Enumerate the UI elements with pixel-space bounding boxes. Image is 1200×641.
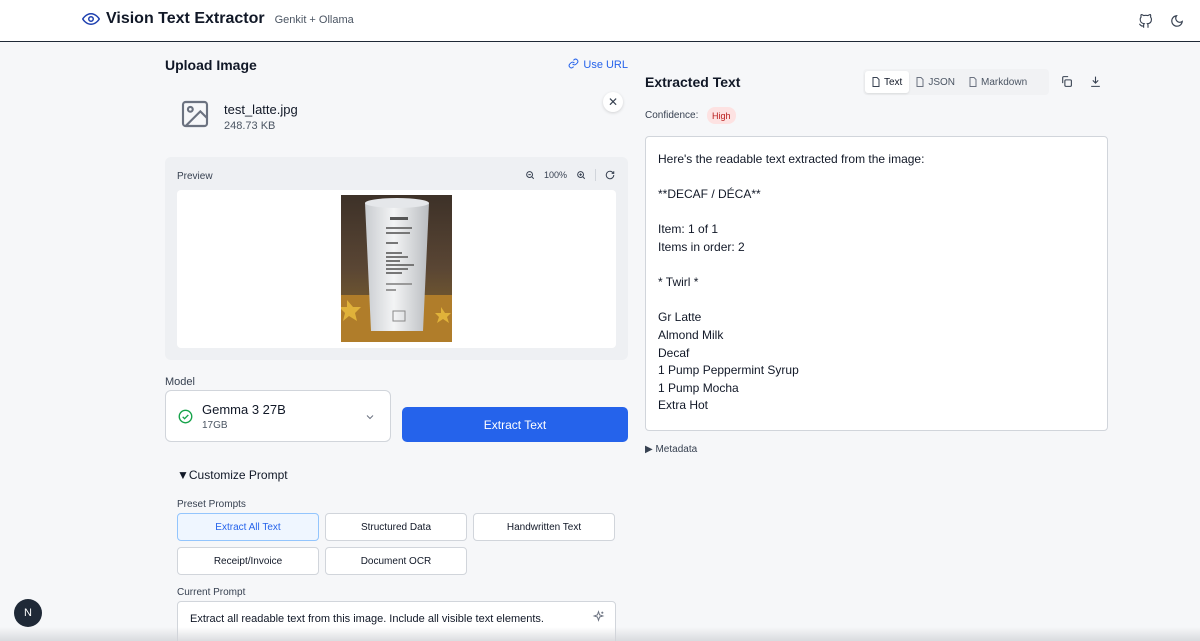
current-prompt-label: Current Prompt — [177, 587, 246, 598]
preset-handwritten-text[interactable]: Handwritten Text — [473, 513, 615, 541]
extract-text-button[interactable]: Extract Text — [402, 407, 628, 442]
triangle-down-icon: ▼ — [177, 468, 189, 482]
zoom-toolbar: 100% — [524, 169, 616, 181]
app-subtitle: Genkit + Ollama — [274, 14, 354, 26]
document-icon — [872, 77, 880, 87]
preview-image — [339, 195, 452, 342]
use-url-link[interactable]: Use URL — [568, 58, 628, 72]
zoom-out-icon[interactable] — [524, 169, 536, 181]
zoom-level: 100% — [543, 170, 567, 180]
result-line — [658, 257, 1095, 275]
confidence-badge: High — [707, 107, 736, 124]
chevron-down-icon — [364, 410, 376, 422]
file-card: test_latte.jpg 248.73 KB — [165, 92, 628, 140]
document-icon — [916, 77, 924, 87]
result-line: Here's the readable text extracted from … — [658, 152, 925, 166]
github-icon[interactable] — [1136, 12, 1154, 30]
preset-receipt-invoice[interactable]: Receipt/Invoice — [177, 547, 319, 575]
result-line: 1 Pump Peppermint Syrup — [658, 363, 799, 378]
metadata-label: Metadata — [655, 444, 698, 455]
close-icon: ✕ — [607, 95, 619, 109]
result-line: Extra Hot — [658, 398, 709, 413]
triangle-right-icon: ▶ — [645, 444, 656, 455]
tab-markdown[interactable]: Markdown — [962, 71, 1034, 93]
preset-extract-all-text[interactable]: Extract All Text — [177, 513, 319, 541]
preview-label: Preview — [177, 171, 213, 182]
preview-canvas — [177, 190, 616, 348]
dev-tools-badge[interactable]: N — [14, 599, 42, 627]
result-line: Decaf — [658, 345, 690, 360]
tab-text[interactable]: Text — [865, 71, 910, 93]
document-icon — [969, 77, 977, 87]
extracted-text-output[interactable]: Here's the readable text extracted from … — [645, 136, 1108, 431]
result-line: **DECAF / DÉCA** — [658, 187, 761, 202]
eye-icon — [82, 10, 100, 28]
extracted-text-heading: Extracted Text — [645, 74, 741, 90]
image-file-icon — [179, 98, 211, 130]
preview-panel: Preview 100% — [165, 157, 628, 360]
toolbar-divider — [595, 169, 596, 181]
result-line: Gr Latte — [658, 310, 702, 325]
result-line — [658, 292, 1095, 310]
check-circle-icon — [178, 409, 193, 424]
result-panel: Extracted Text Text JSON Markdown Confid… — [645, 42, 1108, 641]
bottom-shadow — [0, 627, 1200, 641]
model-size: 17GB — [202, 420, 228, 431]
tab-json[interactable]: JSON — [909, 71, 962, 93]
preset-document-ocr[interactable]: Document OCR — [325, 547, 467, 575]
result-line: Almond Milk — [658, 327, 724, 342]
metadata-toggle[interactable]: ▶ Metadata — [645, 444, 697, 455]
file-size: 248.73 KB — [224, 120, 276, 132]
output-format-tabs: Text JSON Markdown — [863, 69, 1049, 95]
tab-json-label: JSON — [928, 76, 956, 88]
result-line: Items in order: 2 — [658, 239, 745, 254]
result-line: Item: 1 of 1 — [658, 222, 719, 237]
customize-prompt-label: Customize Prompt — [188, 468, 288, 482]
confidence-label: Confidence: — [645, 110, 699, 121]
preset-structured-data[interactable]: Structured Data — [325, 513, 467, 541]
moon-icon[interactable] — [1168, 12, 1186, 30]
file-name: test_latte.jpg — [224, 102, 298, 117]
use-url-label: Use URL — [583, 59, 628, 71]
app-header: Vision Text Extractor Genkit + Ollama — [0, 0, 1200, 42]
preset-prompts-label: Preset Prompts — [177, 499, 246, 510]
copy-icon[interactable] — [1060, 75, 1073, 88]
reset-rotate-icon[interactable] — [604, 169, 616, 181]
zoom-in-icon[interactable] — [575, 169, 587, 181]
upload-panel: Upload Image Use URL test_latte.jpg 248.… — [165, 42, 628, 641]
download-icon[interactable] — [1089, 75, 1102, 88]
model-name: Gemma 3 27B — [202, 402, 286, 417]
sparkle-icon[interactable] — [592, 610, 605, 623]
result-line — [658, 169, 1095, 187]
result-line: 1 Pump Mocha — [658, 380, 739, 395]
model-label: Model — [165, 376, 195, 388]
app-title: Vision Text Extractor — [106, 10, 265, 27]
tab-markdown-label: Markdown — [981, 76, 1028, 88]
model-select[interactable]: Gemma 3 27B 17GB — [165, 390, 391, 442]
result-line: * Twirl * — [658, 275, 699, 290]
upload-heading: Upload Image — [165, 57, 257, 73]
link-icon — [568, 58, 579, 72]
customize-prompt-toggle[interactable]: ▼Customize Prompt — [177, 468, 288, 482]
brand: Vision Text Extractor Genkit + Ollama — [82, 10, 354, 28]
current-prompt-text: Extract all readable text from this imag… — [190, 613, 544, 625]
remove-file-button[interactable]: ✕ — [603, 92, 623, 112]
result-line — [658, 204, 1095, 222]
tab-text-label: Text — [884, 76, 903, 88]
